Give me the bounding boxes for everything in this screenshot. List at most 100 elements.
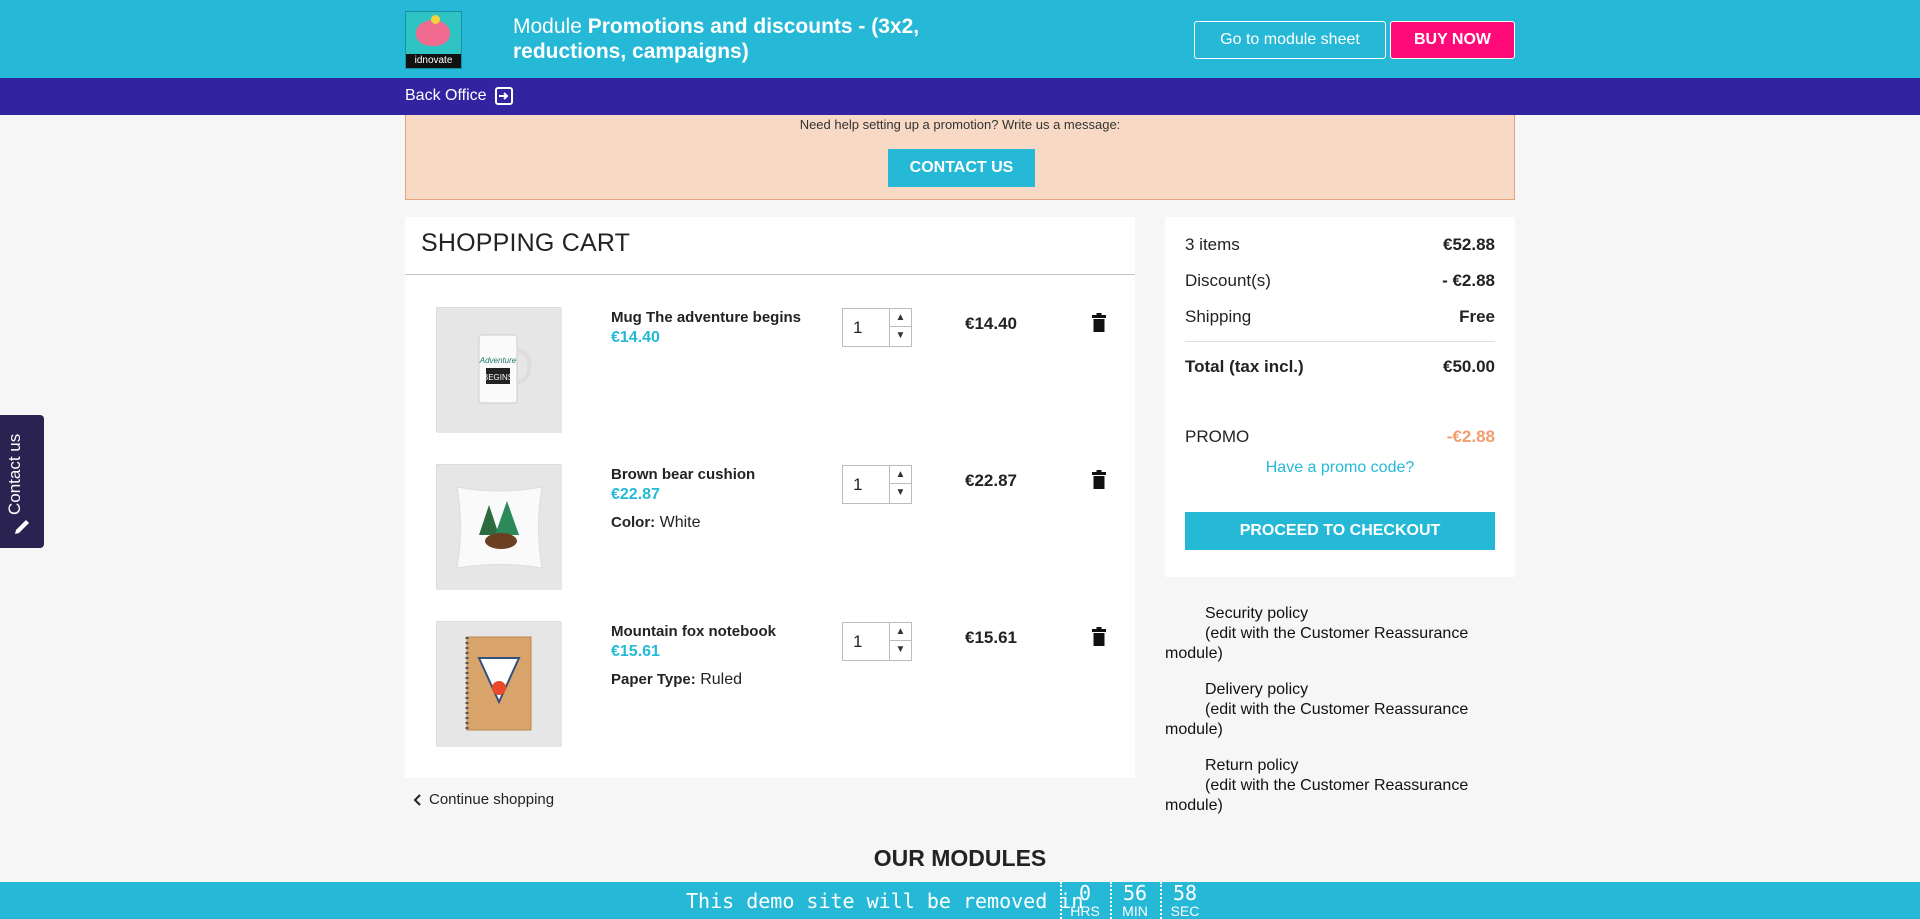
seconds-label: SEC	[1170, 903, 1200, 919]
reassurance-note-end: module)	[1165, 645, 1223, 662]
product-price: €14.40	[611, 329, 660, 346]
divider	[1185, 341, 1495, 342]
pencil-icon	[15, 520, 29, 534]
items-value: €52.88	[1443, 235, 1495, 254]
product-image-notebook[interactable]	[436, 621, 562, 747]
chevron-down-icon[interactable]: ▼	[890, 484, 911, 502]
attribute-label: Paper Type:	[611, 671, 696, 688]
summary-discount-row: Discount(s) - €2.88	[1185, 271, 1495, 291]
reassurance-note-end: module)	[1165, 797, 1223, 814]
discount-label: Discount(s)	[1185, 271, 1271, 290]
chevron-down-icon[interactable]: ▼	[890, 327, 911, 345]
chevron-up-icon[interactable]: ▲	[890, 623, 911, 641]
cart-title: SHOPPING CART	[421, 229, 631, 257]
summary-items-row: 3 items €52.88	[1185, 235, 1495, 255]
mug-icon: Adventure BEGINS	[437, 308, 562, 433]
back-office-label: Back Office	[405, 87, 487, 104]
product-name[interactable]: Brown bear cushion	[611, 466, 755, 483]
promo-code-link[interactable]: Have a promo code?	[1165, 459, 1515, 477]
summary-total-row: Total (tax incl.) €50.00	[1185, 357, 1495, 377]
coin-icon	[431, 15, 440, 24]
logo-text: idnovate	[406, 54, 461, 68]
reassurance-return: Return policy (edit with the Customer Re…	[1165, 756, 1515, 816]
product-image-mug[interactable]: Adventure BEGINS	[436, 307, 562, 433]
svg-text:BEGINS: BEGINS	[483, 373, 513, 382]
notebook-icon	[437, 622, 562, 747]
total-value: €50.00	[1443, 357, 1495, 376]
demo-text: This demo site will be removed in	[686, 889, 1084, 913]
countdown-seconds: 58 SEC	[1160, 882, 1208, 919]
product-image-cushion[interactable]	[436, 464, 562, 590]
countdown-minutes: 56 MIN	[1110, 882, 1158, 919]
sign-in-icon	[494, 87, 513, 105]
back-office-bar: Back Office	[0, 78, 1920, 115]
product-name[interactable]: Mountain fox notebook	[611, 623, 776, 640]
buy-now-button[interactable]: BUY NOW	[1390, 21, 1515, 59]
go-to-module-sheet-button[interactable]: Go to module sheet	[1194, 21, 1386, 59]
minutes-value: 56	[1122, 881, 1148, 905]
stepper-buttons: ▲ ▼	[889, 466, 911, 503]
trash-icon[interactable]	[1092, 313, 1106, 332]
our-modules-heading: OUR MODULES	[873, 845, 1047, 871]
cushion-icon	[437, 465, 562, 590]
continue-shopping-label: Continue shopping	[429, 791, 555, 808]
contact-us-side-tab[interactable]: Contact us	[0, 415, 44, 548]
shipping-value: Free	[1459, 307, 1495, 326]
shopping-cart: SHOPPING CART Adventure BEGINS Mug The a…	[405, 217, 1135, 778]
reassurance-title: Return policy	[1205, 757, 1299, 774]
reassurance-title: Delivery policy	[1205, 681, 1309, 698]
cart-item: Brown bear cushion €22.87 Color: White 1…	[405, 464, 1135, 604]
divider	[405, 274, 1135, 275]
discount-value: - €2.88	[1442, 271, 1495, 290]
help-text: Need help setting up a promotion? Write …	[799, 117, 1121, 132]
chevron-up-icon[interactable]: ▲	[890, 466, 911, 484]
help-banner: Need help setting up a promotion? Write …	[405, 115, 1515, 200]
seconds-value: 58	[1172, 881, 1198, 905]
contact-us-button[interactable]: CONTACT US	[888, 149, 1035, 187]
cart-item: Adventure BEGINS Mug The adventure begin…	[405, 307, 1135, 447]
reassurance-security: Security policy (edit with the Customer …	[1165, 604, 1515, 664]
reassurance-note: (edit with the Customer Reassurance	[1205, 777, 1469, 794]
trash-icon[interactable]	[1092, 627, 1106, 646]
product-attribute: Color: White	[611, 514, 701, 532]
continue-shopping-link[interactable]: Continue shopping	[413, 791, 554, 808]
product-name[interactable]: Mug The adventure begins	[611, 309, 801, 326]
module-prefix: Module	[513, 15, 588, 38]
items-label: 3 items	[1185, 235, 1240, 254]
quantity-value[interactable]: 1	[853, 318, 862, 338]
promo-value: -€2.88	[1446, 427, 1495, 446]
cart-summary: 3 items €52.88 Discount(s) - €2.88 Shippin…	[1165, 217, 1515, 577]
attribute-label: Color:	[611, 514, 656, 531]
chevron-up-icon[interactable]: ▲	[890, 309, 911, 327]
promo-label: PROMO	[1185, 427, 1250, 446]
proceed-to-checkout-button[interactable]: PROCEED TO CHECKOUT	[1185, 512, 1495, 550]
idnovate-logo[interactable]: idnovate	[405, 11, 462, 69]
reassurance-note: (edit with the Customer Reassurance	[1205, 701, 1469, 718]
quantity-stepper[interactable]: 1 ▲ ▼	[842, 308, 912, 347]
quantity-stepper[interactable]: 1 ▲ ▼	[842, 465, 912, 504]
back-office-link[interactable]: Back Office	[405, 87, 513, 105]
quantity-value[interactable]: 1	[853, 475, 862, 495]
trash-icon[interactable]	[1092, 470, 1106, 489]
total-label: Total (tax incl.)	[1185, 357, 1304, 376]
countdown-hours: 0 HRS	[1060, 882, 1108, 919]
quantity-value[interactable]: 1	[853, 632, 862, 652]
reassurance-delivery: Delivery policy (edit with the Customer …	[1165, 680, 1515, 740]
hours-value: 0	[1078, 881, 1092, 905]
stepper-buttons: ▲ ▼	[889, 623, 911, 660]
minutes-label: MIN	[1122, 903, 1148, 919]
hours-label: HRS	[1070, 903, 1100, 919]
product-price: €22.87	[611, 486, 660, 503]
product-price: €15.61	[611, 643, 660, 660]
line-total: €22.87	[965, 471, 1017, 490]
shipping-label: Shipping	[1185, 307, 1252, 326]
module-title: Module Promotions and discounts - (3x2, …	[513, 14, 953, 64]
attribute-value: Ruled	[700, 671, 743, 688]
side-tab-label: Contact us	[5, 433, 24, 515]
chevron-down-icon[interactable]: ▼	[890, 641, 911, 659]
top-bar: idnovate Module Promotions and discounts…	[0, 0, 1920, 78]
reassurance-note-end: module)	[1165, 721, 1223, 738]
summary-shipping-row: Shipping Free	[1185, 307, 1495, 327]
quantity-stepper[interactable]: 1 ▲ ▼	[842, 622, 912, 661]
reassurance-title: Security policy	[1205, 605, 1309, 622]
